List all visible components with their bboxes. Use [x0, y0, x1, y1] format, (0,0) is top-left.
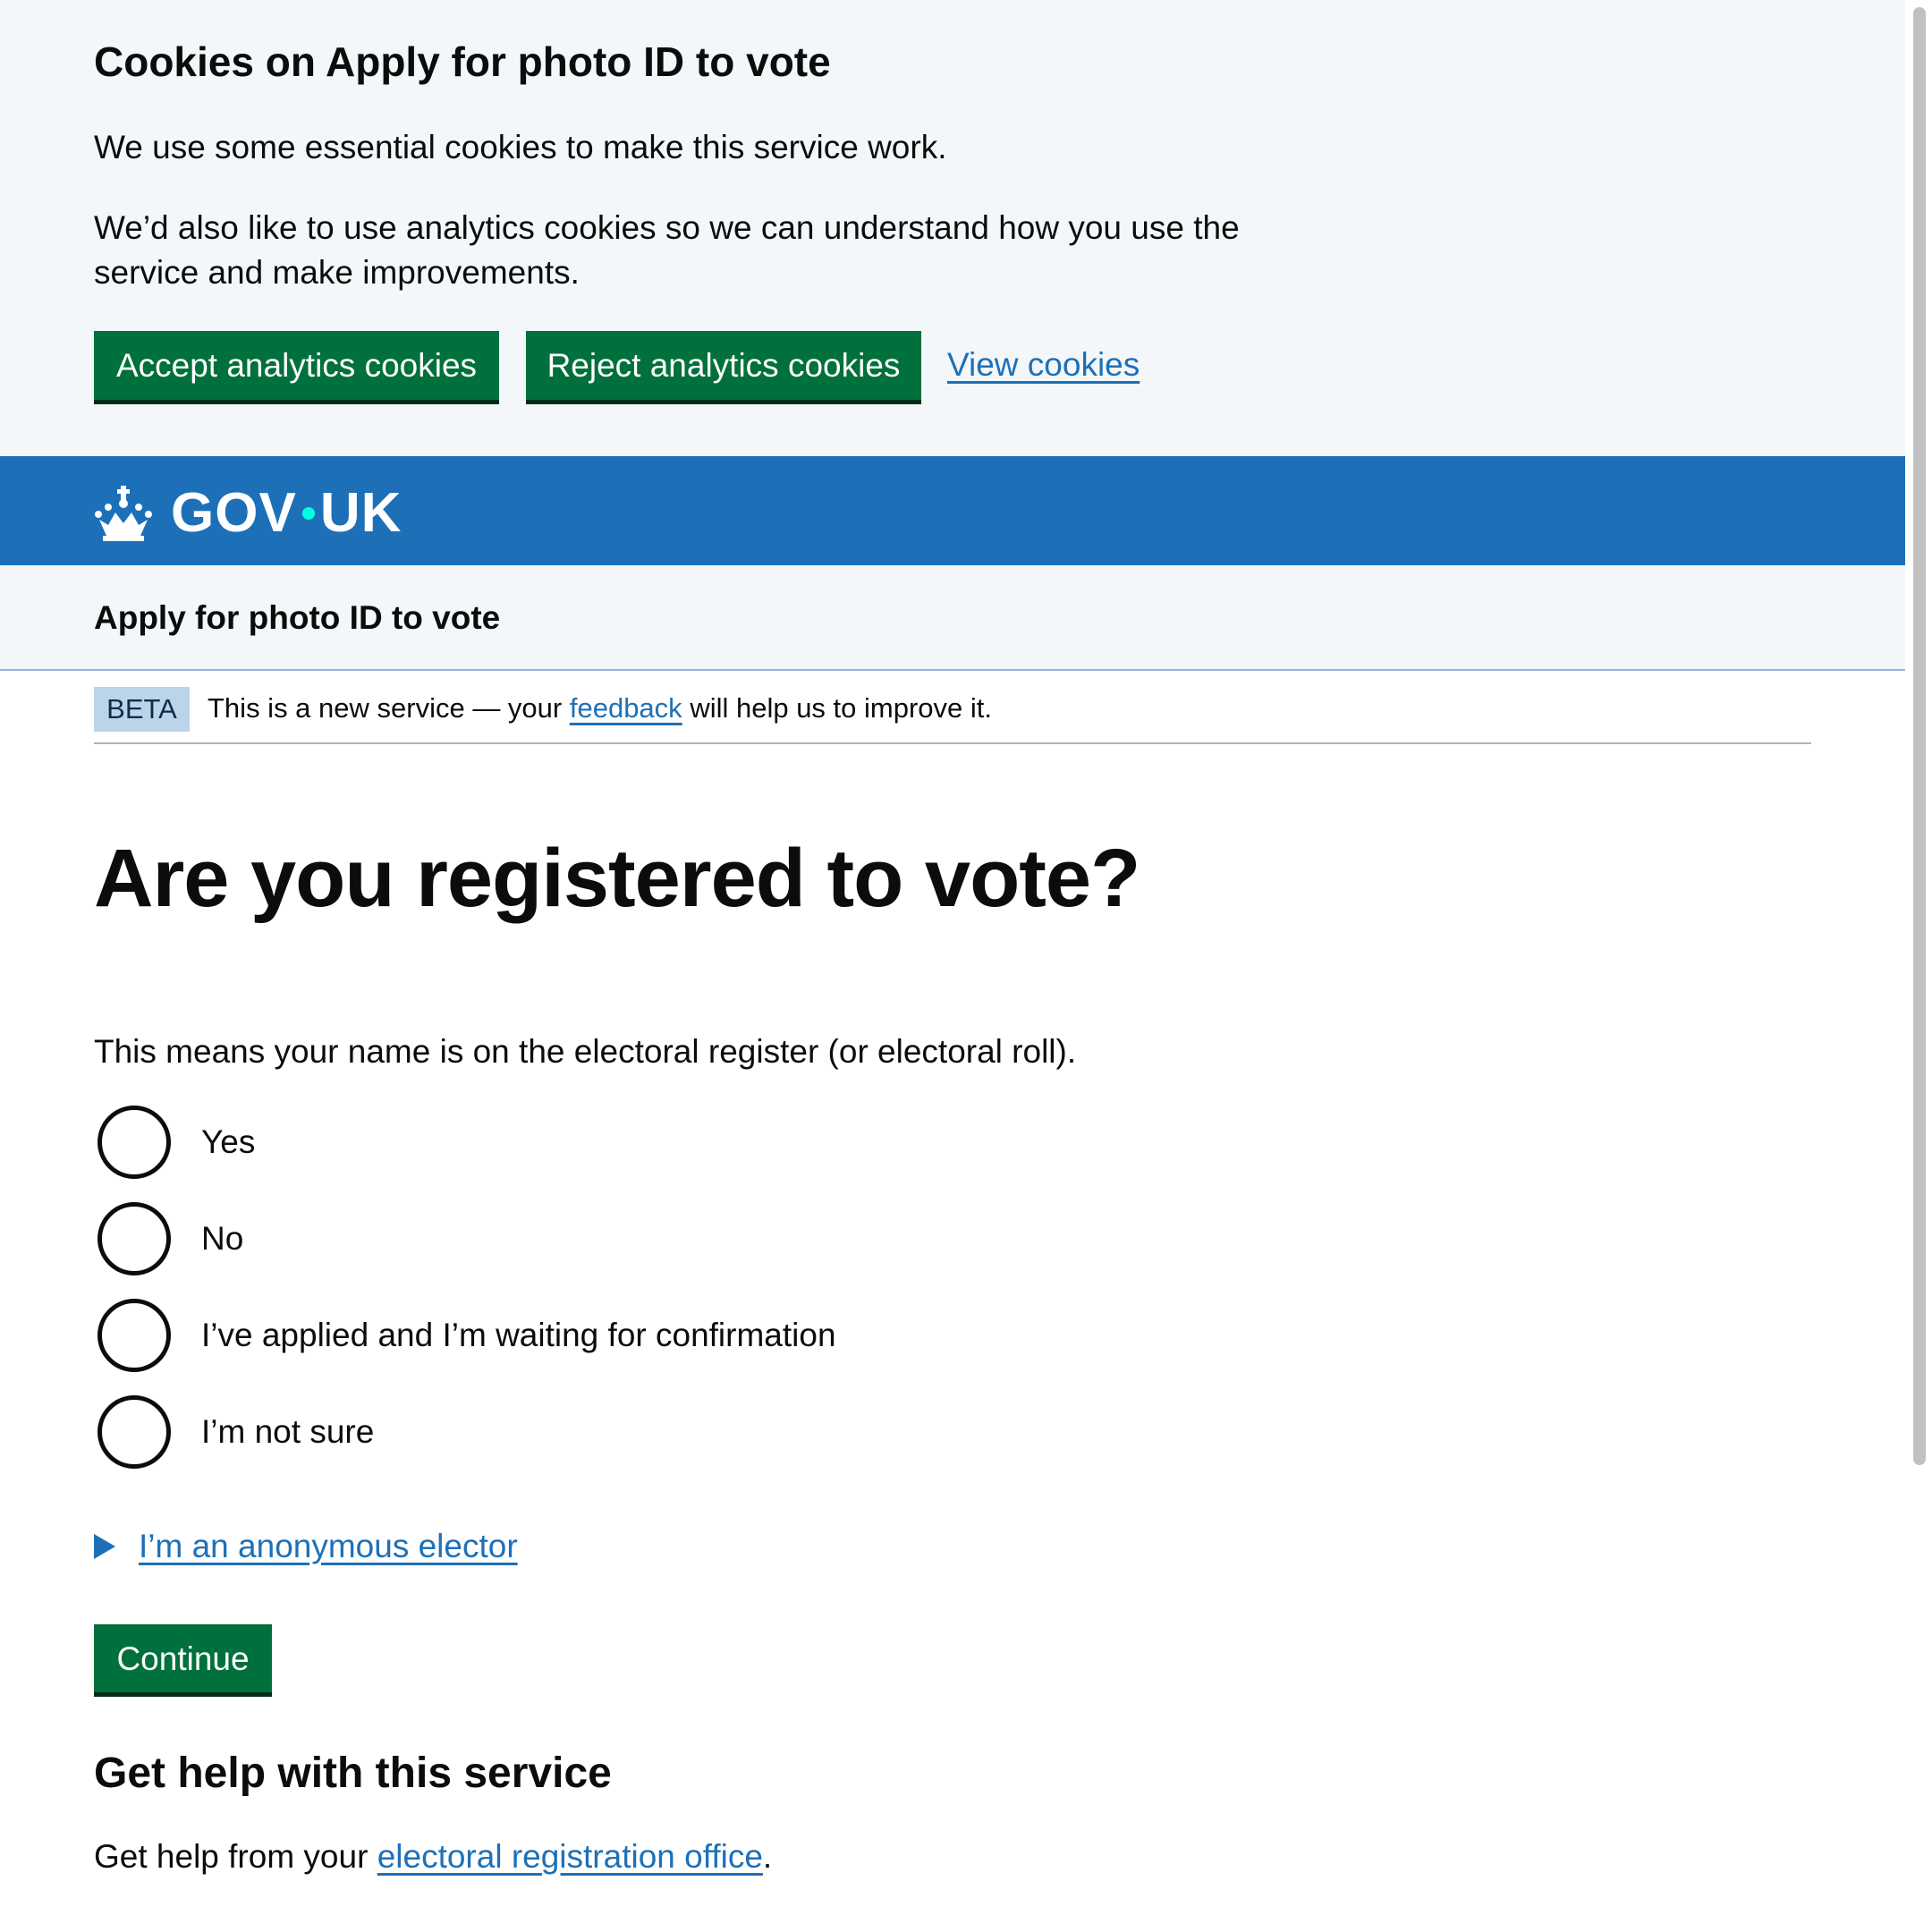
radio-button[interactable] [97, 1202, 171, 1275]
page-title: Are you registered to vote? [94, 833, 1140, 924]
view-cookies-link[interactable]: View cookies [947, 346, 1140, 384]
radio-label[interactable]: Yes [201, 1123, 255, 1161]
phase-banner-text: This is a new service — your feedback wi… [208, 692, 992, 724]
cookie-banner-title: Cookies on Apply for photo ID to vote [94, 38, 831, 85]
govuk-header: GOV UK [0, 456, 1905, 565]
govuk-logo-text: GOV UK [171, 481, 402, 545]
scrollbar-thumb[interactable] [1913, 7, 1926, 1465]
electoral-registration-office-link[interactable]: electoral registration office [377, 1838, 763, 1875]
help-text-before: Get help from your [94, 1838, 369, 1875]
radio-button[interactable] [97, 1106, 171, 1179]
radio-option-applied-waiting[interactable]: I’ve applied and I’m waiting for confirm… [94, 1299, 836, 1372]
accept-analytics-cookies-button[interactable]: Accept analytics cookies [94, 331, 499, 400]
vertical-scrollbar[interactable] [1905, 0, 1932, 1932]
radio-button[interactable] [97, 1299, 171, 1372]
help-text-after: . [762, 1838, 773, 1875]
service-name-link[interactable]: Apply for photo ID to vote [94, 599, 500, 637]
cookie-banner: Cookies on Apply for photo ID to vote We… [0, 0, 1905, 456]
govuk-logo-link[interactable]: GOV UK [94, 481, 402, 545]
cookie-banner-text-analytics: We’d also like to use analytics cookies … [94, 209, 1240, 291]
crown-icon [95, 485, 152, 541]
radio-label[interactable]: I’ve applied and I’m waiting for confirm… [201, 1317, 836, 1354]
radio-option-no[interactable]: No [94, 1202, 243, 1275]
continue-button[interactable]: Continue [94, 1624, 272, 1692]
reject-analytics-cookies-button[interactable]: Reject analytics cookies [526, 331, 921, 400]
expand-triangle-icon[interactable] [94, 1534, 115, 1559]
question-hint: This means your name is on the electoral… [94, 1033, 1077, 1070]
logo-dot [301, 506, 315, 520]
help-text: Get help from your electoral registratio… [94, 1838, 772, 1876]
phase-text-before: This is a new service — your [208, 692, 563, 724]
anonymous-elector-summary-link[interactable]: I’m an anonymous elector [139, 1528, 518, 1565]
radio-label[interactable]: No [201, 1220, 243, 1258]
logo-text-left: GOV [171, 482, 297, 544]
service-navigation: Apply for photo ID to vote [0, 565, 1905, 671]
cookie-banner-text-essential: We use some essential cookies to make th… [94, 129, 947, 165]
beta-tag: BETA [94, 687, 190, 732]
radio-option-yes[interactable]: Yes [94, 1106, 255, 1179]
phase-text-after: will help us to improve it. [690, 692, 992, 724]
feedback-link[interactable]: feedback [570, 692, 682, 724]
logo-text-right: UK [319, 482, 402, 544]
radio-option-not-sure[interactable]: I’m not sure [94, 1395, 374, 1469]
phase-banner: BETA This is a new service — your feedba… [94, 671, 1811, 744]
help-heading: Get help with this service [94, 1750, 612, 1797]
radio-button[interactable] [97, 1395, 171, 1469]
anonymous-elector-details[interactable]: I’m an anonymous elector [94, 1528, 518, 1565]
radio-label[interactable]: I’m not sure [201, 1413, 374, 1451]
